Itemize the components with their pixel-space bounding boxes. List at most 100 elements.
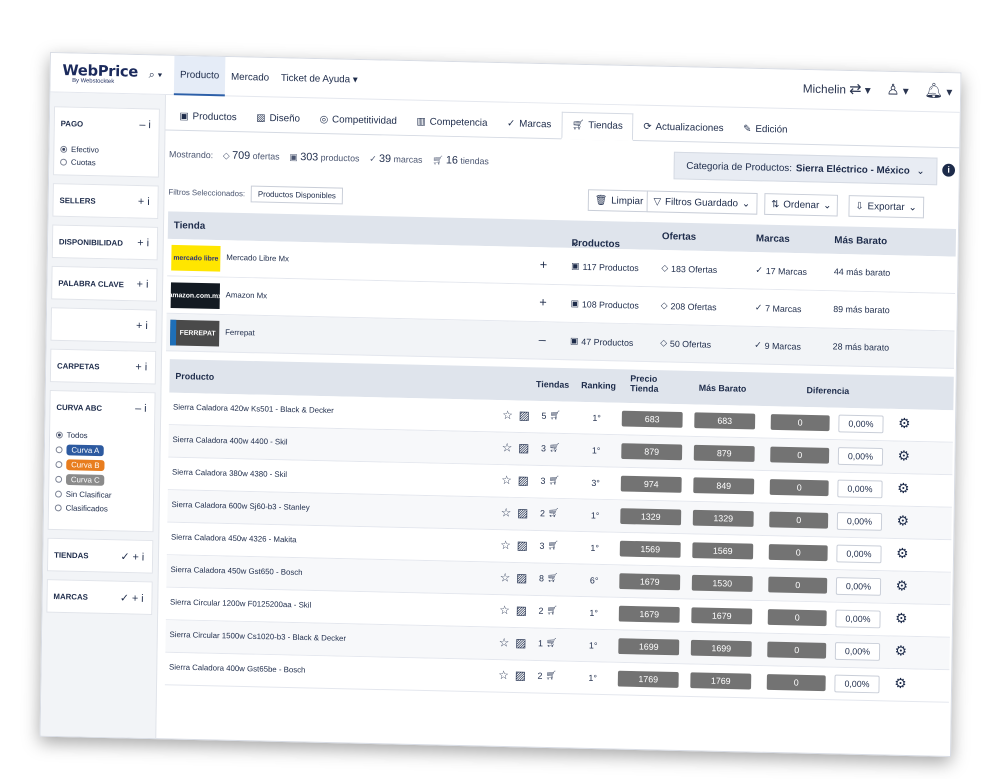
tab-competitividad[interactable]: ◎ Competitividad xyxy=(310,105,407,135)
tab-competencia[interactable]: ▥ Competencia xyxy=(407,107,498,137)
nav-producto[interactable]: Producto xyxy=(173,55,226,97)
filter-toggle[interactable]: + i xyxy=(137,237,149,249)
product-ranking: 1° xyxy=(590,510,600,521)
image-icon[interactable]: ▨ xyxy=(518,473,529,487)
col-diferencia: Diferencia xyxy=(806,385,850,397)
notifications-menu[interactable]: 🔔︎ ▾ xyxy=(924,81,952,99)
filter-disponibilidad[interactable]: DISPONIBILIDAD + i xyxy=(51,224,159,261)
gear-icon[interactable]: ⚙ xyxy=(896,545,909,562)
limpiar-button[interactable]: 🗑︎ Limpiar xyxy=(587,189,651,213)
stats-label: Mostrando: xyxy=(168,149,214,161)
box-icon: ▣ xyxy=(289,151,298,163)
image-icon[interactable]: ▨ xyxy=(515,636,526,650)
tab-productos[interactable]: ▣ Productos xyxy=(169,102,246,131)
option-efectivo[interactable]: Efectivo xyxy=(60,145,99,155)
filtros-guardado-button[interactable]: ▽ Filtros Guardado ⌄ xyxy=(646,190,758,215)
option-curva-b[interactable]: Curva B xyxy=(55,459,105,472)
image-icon[interactable]: ▨ xyxy=(516,571,527,585)
user-menu[interactable]: ♙ ▾ xyxy=(886,81,909,99)
gear-icon[interactable]: ⚙ xyxy=(895,610,908,627)
tab-diseno[interactable]: ▨ Diseño xyxy=(246,104,310,133)
filter-carpetas[interactable]: CARPETAS + i xyxy=(49,348,157,385)
filter-title: TIENDAS xyxy=(54,550,89,561)
image-icon[interactable]: ▨ xyxy=(517,506,528,520)
star-icon[interactable]: ☆ xyxy=(499,636,510,650)
col-precio-tienda: Precio Tienda xyxy=(630,373,659,394)
info-icon[interactable]: i xyxy=(942,163,956,177)
filter-pago-title: PAGO xyxy=(60,119,84,129)
ordenar-button[interactable]: ⇅ Ordenar ⌄ xyxy=(764,193,839,217)
webprice-logo[interactable]: WebPrice By Webstocktek xyxy=(62,61,151,89)
gear-icon[interactable]: ⚙ xyxy=(897,512,910,529)
cart-icon: 🛒︎ xyxy=(548,475,560,486)
gear-icon[interactable]: ⚙ xyxy=(897,480,910,497)
option-clasificados[interactable]: Clasificados xyxy=(54,503,108,513)
product-name: Sierra Caladora 420w Ks501 - Black & Dec… xyxy=(172,402,334,416)
filter-toggle[interactable]: + i xyxy=(136,320,148,332)
tab-marcas[interactable]: ✓ Marcas xyxy=(497,109,561,138)
star-icon[interactable]: ☆ xyxy=(501,473,512,487)
image-icon[interactable]: ▨ xyxy=(518,441,529,455)
product-name: Sierra Circular 1500w Cs1020-b3 - Black … xyxy=(169,630,347,643)
expand-toggle[interactable]: + xyxy=(540,257,548,272)
product-actions: ☆ ▨ xyxy=(501,506,529,520)
product-name: Sierra Caladora 450w Gst650 - Bosch xyxy=(170,565,303,577)
exportar-button[interactable]: ⇩ Exportar ⌄ xyxy=(848,195,924,219)
store-mas-barato: 44 más barato xyxy=(833,266,891,278)
star-icon[interactable]: ☆ xyxy=(502,408,513,422)
image-icon[interactable]: ▨ xyxy=(515,668,526,682)
star-icon[interactable]: ☆ xyxy=(502,441,513,455)
filter-palabra-clave[interactable]: PALABRA CLAVE + i xyxy=(51,265,158,302)
filter-tiendas[interactable]: TIENDAS ✓ + i xyxy=(46,537,154,574)
gear-icon[interactable]: ⚙ xyxy=(895,642,908,659)
nav-mercado[interactable]: Mercado xyxy=(225,57,275,98)
filter-pago-toggle[interactable]: – i xyxy=(139,119,151,131)
filter-chip[interactable]: Productos Disponibles xyxy=(250,185,343,204)
star-icon[interactable]: ☆ xyxy=(498,668,509,682)
category-value: Sierra Eléctrico - México xyxy=(795,162,910,177)
filter-toggle[interactable]: – i xyxy=(135,403,147,415)
expand-toggle[interactable]: + xyxy=(539,295,547,310)
user-icon: ♙ xyxy=(886,81,900,99)
search-icon[interactable]: ⌕ ▾ xyxy=(149,69,163,82)
store-marcas: ✓ 17 Marcas xyxy=(755,265,807,277)
medal-icon: ◎ xyxy=(319,113,329,125)
gear-icon[interactable]: ⚙ xyxy=(898,447,911,464)
precio-tienda-pill: 1569 xyxy=(619,540,681,558)
image-icon[interactable]: ▨ xyxy=(516,603,527,617)
option-cuotas[interactable]: Cuotas xyxy=(60,158,96,167)
category-select[interactable]: Categoria de Productos: Sierra Eléctrico… xyxy=(673,151,938,186)
tab-edicion[interactable]: ✎ Edición xyxy=(733,115,797,144)
option-curva-a[interactable]: Curva A xyxy=(55,444,105,457)
option-curva-c[interactable]: Curva C xyxy=(55,474,105,486)
image-icon[interactable]: ▨ xyxy=(519,408,530,422)
col-tiendas: Tiendas xyxy=(536,379,570,390)
tab-tiendas[interactable]: 🛒︎ Tiendas xyxy=(560,111,634,141)
filter-sellers[interactable]: SELLERS + i xyxy=(52,183,159,219)
collapse-toggle[interactable]: – xyxy=(539,332,546,347)
gear-icon[interactable]: ⚙ xyxy=(898,415,911,432)
option-sin-clasificar[interactable]: Sin Clasificar xyxy=(54,490,112,500)
nav-ticket[interactable]: Ticket de Ayuda ▾ xyxy=(275,58,364,99)
col-marcas: Marcas xyxy=(755,233,790,245)
image-icon[interactable]: ▨ xyxy=(517,538,528,552)
option-todos[interactable]: Todos xyxy=(55,431,88,440)
filter-toggle[interactable]: + i xyxy=(137,279,149,291)
tab-actualizaciones[interactable]: ⟳ Actualizaciones xyxy=(633,112,733,142)
filter-toggle[interactable]: ✓ + i xyxy=(120,550,144,563)
filter-toggle[interactable]: + i xyxy=(138,196,150,208)
filter-toggle[interactable]: ✓ + i xyxy=(120,592,144,605)
user-switcher[interactable]: Michelin ⇄ ▾ xyxy=(803,79,871,98)
star-icon[interactable]: ☆ xyxy=(499,603,510,617)
star-icon[interactable]: ☆ xyxy=(501,506,512,520)
star-icon[interactable]: ☆ xyxy=(500,538,511,552)
diferencia-pill: 0 xyxy=(767,641,827,659)
filter-toggle[interactable]: + i xyxy=(135,361,147,373)
gear-icon[interactable]: ⚙ xyxy=(896,577,909,594)
filter-unnamed[interactable]: + i xyxy=(50,307,157,344)
star-icon[interactable]: ☆ xyxy=(500,571,511,585)
store-name: Mercado Libre Mx xyxy=(226,253,290,264)
filter-marcas[interactable]: MARCAS ✓ + i xyxy=(46,579,153,615)
gear-icon[interactable]: ⚙ xyxy=(894,675,907,692)
product-ranking: 1° xyxy=(591,445,601,456)
